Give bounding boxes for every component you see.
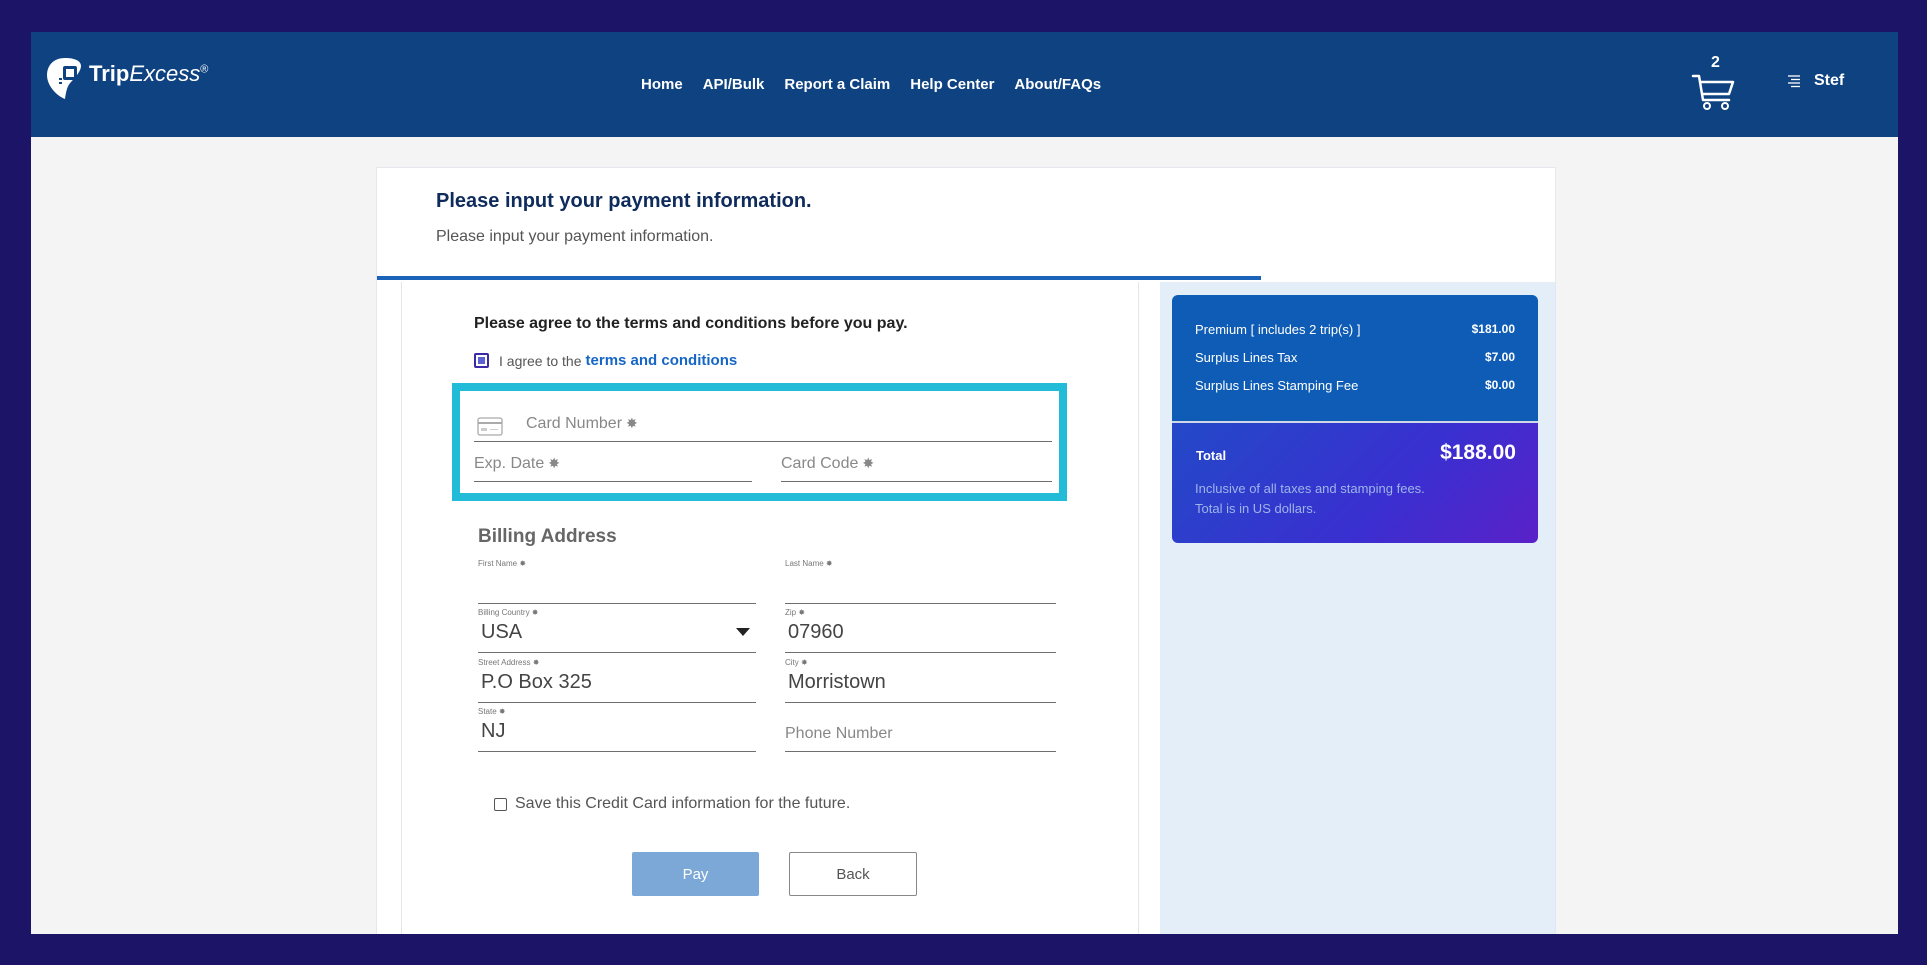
card-number-placeholder: Card Number ✸ <box>526 415 638 432</box>
user-menu[interactable]: Stef <box>1786 72 1844 90</box>
terms-link[interactable]: terms and conditions <box>586 352 738 369</box>
street-address-field[interactable]: Street Address ✸ P.O Box 325 <box>478 658 756 703</box>
terms-agree-row: I agree to the terms and conditions <box>474 352 737 369</box>
last-name-label: Last Name ✸ <box>785 559 833 568</box>
logo-icon <box>47 58 81 99</box>
order-summary: Premium [ includes 2 trip(s) ] $181.00 Su… <box>1172 295 1538 543</box>
billing-country-label: Billing Country ✸ <box>478 608 539 617</box>
summary-item-premium: Premium [ includes 2 trip(s) ] $181.00 <box>1195 322 1515 337</box>
user-name: Stef <box>1814 72 1845 89</box>
zip-field[interactable]: Zip ✸ 07960 <box>785 608 1056 653</box>
phone-number-field[interactable]: Phone Number <box>785 707 1056 752</box>
total-amount: $188.00 <box>1440 441 1516 464</box>
city-value: Morristown <box>788 671 886 693</box>
page-subtitle: Please input your payment information. <box>436 228 714 245</box>
nav-report-claim[interactable]: Report a Claim <box>784 76 890 93</box>
logo-text: TripExcess® <box>89 61 209 86</box>
phone-number-placeholder: Phone Number <box>785 725 893 742</box>
street-address-label: Street Address ✸ <box>478 658 540 667</box>
save-card-checkbox[interactable] <box>494 797 507 811</box>
nav-api-bulk[interactable]: API/Bulk <box>703 76 765 93</box>
card-code-field[interactable]: Card Code ✸ <box>781 443 1052 482</box>
zip-value: 07960 <box>788 621 844 643</box>
billing-address-title: Billing Address <box>478 526 617 547</box>
card-code-placeholder: Card Code ✸ <box>781 455 875 472</box>
app-frame: TripExcess® Home API/Bulk Report a Claim… <box>31 32 1898 934</box>
logo[interactable]: TripExcess® <box>45 56 208 100</box>
street-address-value: P.O Box 325 <box>481 671 592 693</box>
terms-heading: Please agree to the terms and conditions… <box>474 315 908 332</box>
summary-line-items: Premium [ includes 2 trip(s) ] $181.00 Su… <box>1172 295 1538 421</box>
save-card-row: Save this Credit Card information for th… <box>494 795 850 813</box>
progress-bar <box>377 276 1261 280</box>
payment-card: Please input your payment information. P… <box>376 167 1556 934</box>
summary-total-panel: Total $188.00 Inclusive of all taxes and… <box>1172 423 1538 543</box>
cart-icon <box>1691 74 1735 110</box>
page-title: Please input your payment information. <box>436 190 812 212</box>
exp-date-placeholder: Exp. Date ✸ <box>474 455 560 472</box>
city-label: City ✸ <box>785 658 808 667</box>
credit-card-icon <box>477 417 503 436</box>
zip-label: Zip ✸ <box>785 608 806 617</box>
first-name-label: First Name ✸ <box>478 559 527 568</box>
menu-icon <box>1788 75 1800 88</box>
state-label: State ✸ <box>478 707 506 716</box>
last-name-field[interactable]: Last Name ✸ <box>785 559 1056 604</box>
nav-home[interactable]: Home <box>641 76 683 93</box>
payment-form: Please agree to the terms and conditions… <box>401 282 1139 934</box>
total-label: Total <box>1196 448 1227 463</box>
card-details-box: Card Number ✸ Exp. Date ✸ Card Code ✸ <box>452 383 1067 501</box>
state-field[interactable]: State ✸ NJ <box>478 707 756 752</box>
city-field[interactable]: City ✸ Morristown <box>785 658 1056 703</box>
main-nav: Home API/Bulk Report a Claim Help Center… <box>641 32 1121 137</box>
billing-country-select[interactable]: Billing Country ✸ USA <box>478 608 756 653</box>
nav-help-center[interactable]: Help Center <box>910 76 994 93</box>
summary-item-stamping-fee: Surplus Lines Stamping Fee $0.00 <box>1195 378 1515 393</box>
state-value: NJ <box>481 720 506 742</box>
nav-about-faqs[interactable]: About/FAQs <box>1014 76 1101 93</box>
card-number-field[interactable]: Card Number ✸ <box>474 403 1052 442</box>
terms-agree-text: I agree to the <box>499 352 582 369</box>
summary-note: Inclusive of all taxes and stamping fees… <box>1195 481 1425 516</box>
terms-checkbox[interactable] <box>474 353 489 368</box>
summary-item-tax: Surplus Lines Tax $7.00 <box>1195 350 1515 365</box>
top-navbar: TripExcess® Home API/Bulk Report a Claim… <box>31 32 1898 137</box>
chevron-down-icon <box>736 628 750 636</box>
pay-button[interactable]: Pay <box>632 852 759 896</box>
save-card-label: Save this Credit Card information for th… <box>515 795 851 812</box>
cart-button[interactable]: 2 <box>1691 54 1739 110</box>
billing-country-value: USA <box>481 621 523 643</box>
exp-date-field[interactable]: Exp. Date ✸ <box>474 443 752 482</box>
first-name-field[interactable]: First Name ✸ <box>478 559 756 604</box>
back-button[interactable]: Back <box>789 852 917 896</box>
